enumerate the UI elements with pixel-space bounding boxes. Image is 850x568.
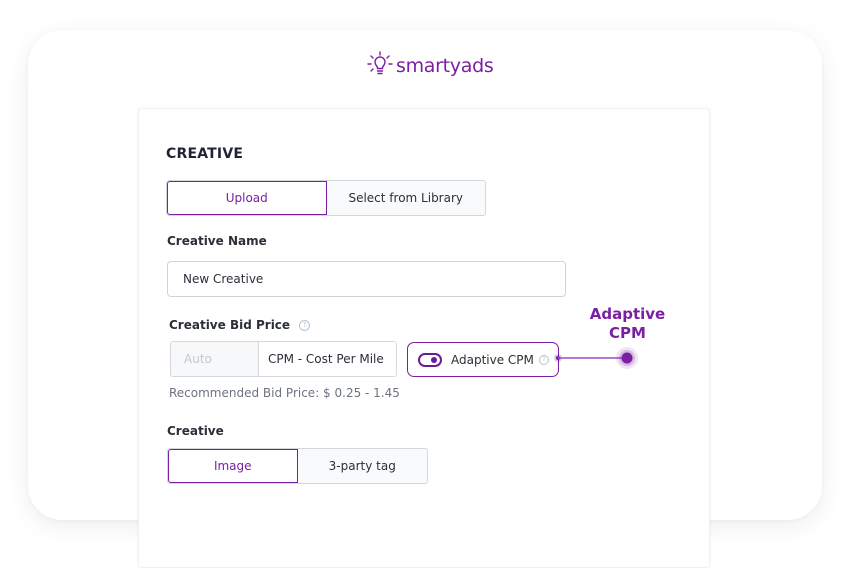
callout-line2: CPM — [609, 324, 646, 342]
section-title: CREATIVE — [166, 146, 244, 162]
tab-upload[interactable]: Upload — [167, 181, 327, 215]
info-icon[interactable]: ? — [299, 319, 311, 331]
callout-dot — [621, 352, 633, 364]
tab-image[interactable]: Image — [168, 449, 298, 483]
info-icon[interactable]: ? — [538, 354, 549, 365]
adaptive-cpm-label: Adaptive CPM — [451, 352, 534, 367]
bid-price-label-row: Creative Bid Price ? — [169, 318, 311, 332]
bid-price-input[interactable]: Auto — [171, 342, 259, 376]
adaptive-cpm-control[interactable]: Adaptive CPM ? — [407, 342, 559, 377]
callout-connector — [554, 347, 638, 369]
brand-name: smartyads — [396, 55, 494, 77]
brand-logo: smartyads — [366, 50, 494, 80]
creative-name-input[interactable]: New Creative — [167, 261, 566, 297]
callout-title: Adaptive CPM — [580, 305, 675, 343]
tab-select-from-library[interactable]: Select from Library — [327, 181, 486, 215]
bid-price-label: Creative Bid Price — [169, 318, 291, 332]
bid-price-group: Auto CPM - Cost Per Mile — [170, 341, 397, 377]
recommended-bid-price: Recommended Bid Price: $ 0.25 - 1.45 — [169, 386, 400, 400]
callout-line1: Adaptive — [589, 305, 666, 323]
pricing-model-select[interactable]: CPM - Cost Per Mile — [259, 342, 396, 376]
creative-name-value: New Creative — [183, 272, 264, 286]
creative-type-label: Creative — [167, 424, 224, 438]
toggle-knob — [431, 356, 437, 363]
source-tabs: Upload Select from Library — [166, 180, 486, 216]
bid-price-placeholder: Auto — [184, 352, 212, 366]
tab-3-party-tag[interactable]: 3-party tag — [298, 449, 428, 483]
lightbulb-icon — [367, 51, 393, 75]
creative-name-label: Creative Name — [167, 234, 267, 248]
adaptive-cpm-toggle[interactable] — [418, 352, 442, 367]
creative-type-tabs: Image 3-party tag — [167, 448, 428, 484]
pricing-model-value: CPM - Cost Per Mile — [268, 352, 384, 366]
